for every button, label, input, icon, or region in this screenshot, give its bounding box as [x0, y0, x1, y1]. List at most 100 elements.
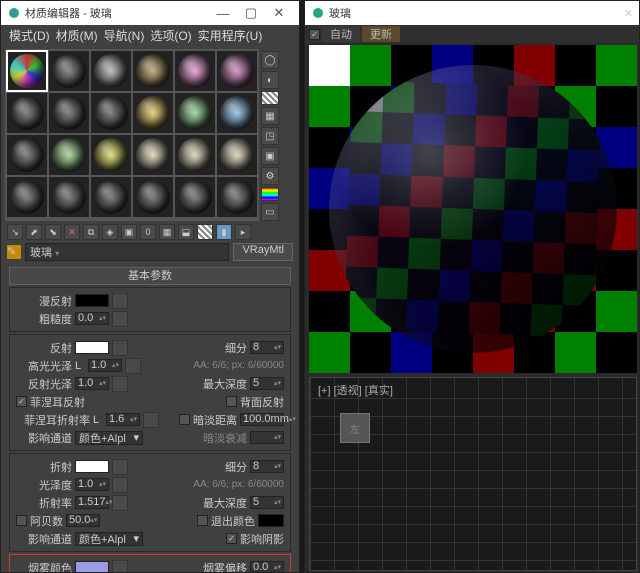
- palette-slot[interactable]: [175, 135, 215, 175]
- slot-icon[interactable]: ▭: [261, 203, 279, 221]
- dim-distance-checkbox[interactable]: [179, 414, 190, 425]
- highlight-gloss-spinner[interactable]: 1.0▴▾: [88, 359, 122, 372]
- reflect-map-slot[interactable]: [112, 340, 128, 356]
- video-check-icon[interactable]: ◳: [261, 127, 279, 145]
- menu-options[interactable]: 选项(O): [148, 27, 193, 44]
- auto-checkbox[interactable]: ✓: [309, 29, 320, 40]
- preview-titlebar[interactable]: 玻璃 ✕: [305, 1, 639, 25]
- viewcube[interactable]: 左: [340, 413, 370, 443]
- roughness-spinner[interactable]: 0.0▴▾: [75, 312, 109, 325]
- palette-slot[interactable]: [133, 135, 173, 175]
- viewport-label[interactable]: [+] [透视] [真实]: [318, 382, 393, 398]
- palette-slot[interactable]: [175, 177, 215, 217]
- refract-affect-dropdown[interactable]: 颜色+Alpl▾: [75, 532, 143, 546]
- reflect-swatch[interactable]: [75, 341, 109, 354]
- tab-auto[interactable]: 自动: [322, 26, 360, 42]
- palette-slot[interactable]: [49, 177, 89, 217]
- menu-utilities[interactable]: 实用程序(U): [196, 27, 265, 44]
- palette-slot[interactable]: [7, 93, 47, 133]
- palette-slot[interactable]: [49, 135, 89, 175]
- palette-slot[interactable]: [133, 51, 173, 91]
- pick-material-icon[interactable]: ✎: [7, 245, 21, 259]
- palette-slot[interactable]: [91, 177, 131, 217]
- make-unique-icon[interactable]: ◈: [102, 224, 118, 240]
- fog-color-swatch[interactable]: [75, 561, 109, 573]
- preview-close-button[interactable]: ✕: [624, 7, 633, 20]
- abbe-spinner[interactable]: 50.0▴▾: [66, 514, 100, 527]
- palette-slot[interactable]: [175, 51, 215, 91]
- dim-distance-spinner[interactable]: 100.0mm▴▾: [240, 413, 284, 426]
- roughness-map-slot[interactable]: [112, 311, 128, 327]
- make-copy-icon[interactable]: ⧉: [83, 224, 99, 240]
- go-parent-icon[interactable]: ▮: [216, 224, 232, 240]
- diffuse-map-slot[interactable]: [112, 293, 128, 309]
- back-reflect-checkbox[interactable]: [226, 396, 237, 407]
- palette-slot[interactable]: [91, 93, 131, 133]
- refract-swatch[interactable]: [75, 460, 109, 473]
- tab-update[interactable]: 更新: [362, 26, 400, 42]
- ior-map-slot[interactable]: [112, 495, 128, 511]
- go-forward-icon[interactable]: ▸: [235, 224, 251, 240]
- affect-shadow-checkbox[interactable]: ✓: [226, 533, 237, 544]
- material-name-input[interactable]: 玻璃 ▾: [25, 243, 229, 261]
- reflect-maxdepth-spinner[interactable]: 5▴▾: [250, 377, 284, 390]
- palette-slot[interactable]: [175, 93, 215, 133]
- reflect-gloss-spinner[interactable]: 1.0▴▾: [75, 377, 109, 390]
- palette-slot[interactable]: [7, 51, 47, 91]
- palette-slot[interactable]: [133, 93, 173, 133]
- palette-slot[interactable]: [91, 51, 131, 91]
- palette-slot[interactable]: [7, 177, 47, 217]
- diffuse-swatch[interactable]: [75, 294, 109, 307]
- palette-slot[interactable]: [217, 93, 257, 133]
- refract-map-slot[interactable]: [112, 459, 128, 475]
- reflect-subdiv-spinner[interactable]: 8▴▾: [250, 341, 284, 354]
- ior-spinner[interactable]: 1.517▴▾: [75, 496, 109, 509]
- palette-slot[interactable]: [91, 135, 131, 175]
- background-icon[interactable]: [261, 91, 279, 105]
- maximize-button[interactable]: ▢: [237, 5, 265, 21]
- put-to-library-icon[interactable]: ▣: [121, 224, 137, 240]
- color-swatch-icon[interactable]: [261, 187, 279, 201]
- put-to-scene-icon[interactable]: ⬈: [26, 224, 42, 240]
- fresnel-checkbox[interactable]: ✓: [16, 396, 27, 407]
- uv-tile-icon[interactable]: ▦: [261, 107, 279, 125]
- reset-icon[interactable]: ✕: [64, 224, 80, 240]
- palette-slot[interactable]: [49, 93, 89, 133]
- palette-slot[interactable]: [49, 51, 89, 91]
- section-basic-params[interactable]: 基本参数: [9, 267, 291, 285]
- fresnel-ior-spinner[interactable]: 1.6▴▾: [106, 413, 140, 426]
- show-end-result-icon[interactable]: ⬓: [178, 224, 194, 240]
- fog-color-map-slot[interactable]: [112, 560, 128, 573]
- show-map-icon[interactable]: [197, 224, 213, 240]
- exit-color-checkbox[interactable]: [197, 515, 208, 526]
- assign-icon[interactable]: ⬊: [45, 224, 61, 240]
- menu-mode[interactable]: 模式(D): [7, 27, 52, 44]
- material-type-button[interactable]: VRayMtl: [233, 243, 293, 261]
- material-id-icon[interactable]: 0: [140, 224, 156, 240]
- menu-material[interactable]: 材质(M): [54, 27, 100, 44]
- show-in-viewport-icon[interactable]: ▦: [159, 224, 175, 240]
- preview-icon[interactable]: ▣: [261, 147, 279, 165]
- highlight-gloss-map-slot[interactable]: [125, 358, 141, 374]
- titlebar[interactable]: 材质编辑器 - 玻璃 — ▢ ✕: [1, 1, 299, 25]
- backlight-icon[interactable]: ◐: [261, 71, 279, 89]
- palette-slot[interactable]: [217, 177, 257, 217]
- get-material-icon[interactable]: ↘: [7, 224, 23, 240]
- palette-slot[interactable]: [217, 51, 257, 91]
- fog-bias-spinner[interactable]: 0.0▴▾: [250, 561, 284, 573]
- viewport[interactable]: [+] [透视] [真实] 左: [309, 377, 637, 571]
- palette-slot[interactable]: [217, 135, 257, 175]
- reflect-gloss-map-slot[interactable]: [112, 376, 128, 392]
- refract-subdiv-spinner[interactable]: 8▴▾: [250, 460, 284, 473]
- refract-maxdepth-spinner[interactable]: 5▴▾: [250, 496, 284, 509]
- sample-type-icon[interactable]: ◯: [261, 51, 279, 69]
- minimize-button[interactable]: —: [209, 6, 237, 21]
- fresnel-ior-map-slot[interactable]: [143, 412, 159, 428]
- options-icon[interactable]: ⚙: [261, 167, 279, 185]
- refract-gloss-spinner[interactable]: 1.0▴▾: [75, 478, 109, 491]
- refract-gloss-map-slot[interactable]: [112, 477, 128, 493]
- exit-color-swatch[interactable]: [258, 514, 284, 527]
- reflect-affect-dropdown[interactable]: 颜色+Alpl▾: [75, 431, 143, 445]
- palette-slot[interactable]: [7, 135, 47, 175]
- close-button[interactable]: ✕: [265, 5, 293, 21]
